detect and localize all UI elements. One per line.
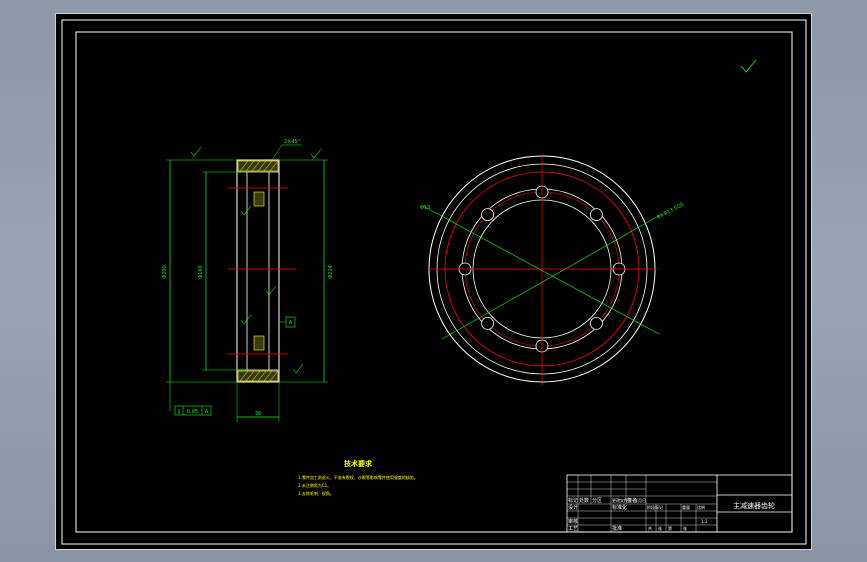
inner-diameter-label: Φ160 — [198, 265, 204, 278]
tech-title: 技术要求 — [344, 459, 373, 468]
tol-value: 0.05 — [187, 409, 198, 415]
tb-mark: 标记 — [568, 497, 578, 504]
drawing-canvas[interactable]: Φ290 Φ160 Φ224 36 2×45° A ∥ 0.05 A Φ13 8… — [55, 13, 812, 550]
tb-count: 处数 — [579, 497, 589, 504]
outer-diameter-label: Φ290 — [162, 265, 168, 278]
datum-label: A — [289, 320, 293, 326]
front-label-right: 8×Φ13 EQS — [656, 202, 685, 221]
tb-scale-value: 1:1 — [701, 519, 708, 524]
roughness-symbol — [740, 59, 757, 73]
side-view: Φ290 Φ160 Φ224 36 2×45° A ∥ 0.05 A — [162, 139, 334, 422]
tb-stage: 阶段标记 — [647, 504, 663, 510]
tb-weight: 重量 — [682, 504, 690, 510]
tb-approve: 批准 — [612, 525, 622, 532]
tb-process: 工艺 — [568, 526, 578, 532]
tb-zone: 分区 — [592, 497, 602, 504]
tol-datum: A — [205, 409, 209, 415]
bolt-hole — [481, 208, 495, 222]
tb-sheet: 张 — [683, 525, 687, 531]
tol-symbol: ∥ — [178, 409, 181, 415]
tech-item-2: 2.未注倒角为C1。 — [298, 482, 331, 488]
bolt-hole — [590, 208, 603, 222]
right-diameter-label: Φ224 — [328, 265, 334, 278]
bolt-hole — [590, 316, 603, 330]
tb-sheet-no: 第 — [668, 525, 672, 531]
title-block-name: 主减速器齿轮 — [733, 501, 775, 510]
bolt-hole — [481, 316, 495, 330]
front-label-left: Φ13 — [420, 205, 430, 211]
tb-design: 设计 — [568, 504, 578, 511]
inner-frame — [75, 31, 793, 533]
front-view: Φ13 8×Φ13 EQS — [420, 154, 685, 386]
tb-review: 审核 — [568, 518, 578, 525]
tech-requirements: 技术要求 1.零件加工前退火，不准有裂纹、沙眼等影响零件使用强度的缺陷。 2.未… — [298, 459, 418, 496]
tb-date: 年月日 — [634, 497, 646, 503]
tech-item-3: 3.去除毛刺、锐角。 — [298, 490, 334, 496]
outer-frame — [61, 19, 807, 545]
cad-drawing: Φ290 Φ160 Φ224 36 2×45° A ∥ 0.05 A Φ13 8… — [61, 19, 807, 545]
width-label: 36 — [255, 411, 261, 417]
tech-item-1: 1.零件加工前退火，不准有裂纹、沙眼等影响零件使用强度的缺陷。 — [298, 474, 418, 480]
tb-standard: 标准化 — [612, 504, 627, 511]
title-block: 标记 处数 分区 更改文件号 签名 年月日 设计 标准化 阶段标记 重量 比例 … — [566, 474, 793, 533]
tb-total: 共 — [648, 525, 652, 531]
tb-sheets: 张 — [658, 525, 662, 531]
tb-scale: 比例 — [697, 504, 705, 510]
chamfer-label: 2×45° — [284, 139, 301, 145]
